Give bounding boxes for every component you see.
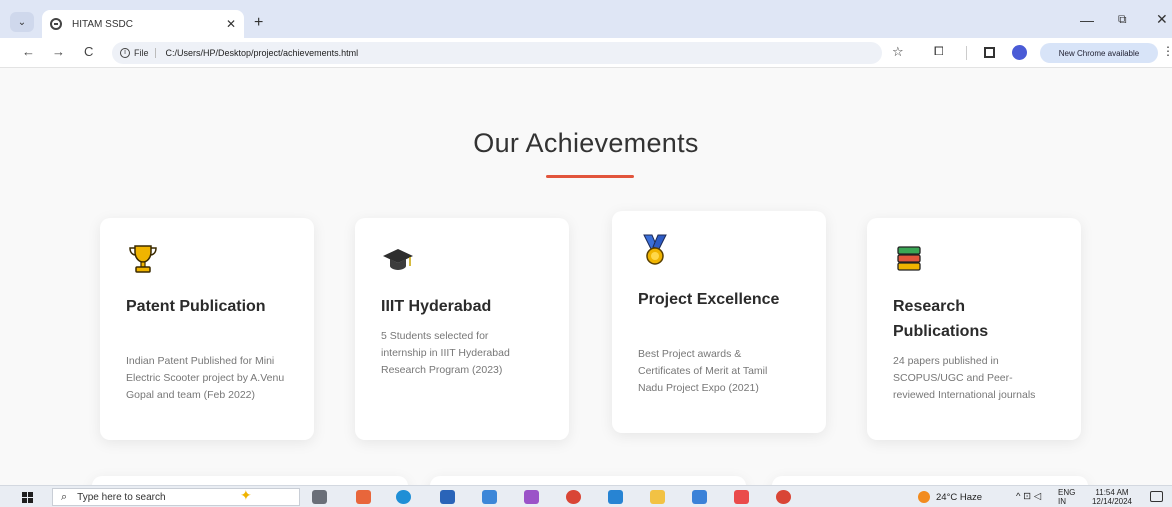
card-row-2-item: [92, 476, 408, 485]
file-explorer-icon[interactable]: [650, 490, 665, 504]
weather-text[interactable]: 24°C Haze: [936, 492, 982, 503]
profile-avatar[interactable]: [1012, 45, 1027, 60]
browser-toolbar: ← → C i File C:/Users/HP/Desktop/project…: [0, 38, 1172, 68]
card-description: Best Project awards & Certificates of Me…: [638, 348, 768, 394]
card-description: 5 Students selected for internship in II…: [381, 330, 510, 376]
page-content: Our Achievements Patent Publication Indi…: [0, 68, 1172, 485]
card-title: Project Excellence: [638, 291, 780, 308]
books-icon: [897, 246, 921, 271]
card-title: IIIT Hyderabad: [381, 298, 492, 315]
side-panel-icon[interactable]: [984, 47, 995, 58]
title-underline: [546, 175, 634, 178]
bookmark-star-icon[interactable]: ☆: [892, 44, 904, 60]
file-label: File: [134, 48, 149, 58]
achievement-card-patent: Patent Publication Indian Patent Publish…: [100, 218, 314, 440]
system-tray[interactable]: ^ ⊡ ◁: [1016, 491, 1041, 502]
tab-close-button[interactable]: ✕: [226, 17, 236, 31]
address-bar[interactable]: i File C:/Users/HP/Desktop/project/achie…: [112, 42, 882, 64]
info-icon: i: [120, 48, 130, 58]
weather-icon[interactable]: [918, 491, 930, 503]
page-title: Our Achievements: [473, 128, 699, 158]
tab-title: HITAM SSDC: [72, 18, 133, 30]
language-code: ENG: [1058, 488, 1076, 497]
card-title: Patent Publication: [126, 298, 266, 315]
photos-icon[interactable]: [524, 490, 539, 504]
taskbar-clock[interactable]: 11:54 AM 12/14/2024: [1088, 488, 1136, 506]
chrome-menu-button[interactable]: ⋮: [1162, 44, 1172, 58]
app-icon[interactable]: [734, 490, 749, 504]
windows-start-icon[interactable]: [22, 492, 33, 503]
forward-button[interactable]: →: [52, 44, 65, 59]
achievement-card-project: Project Excellence Best Project awards &…: [612, 211, 826, 433]
chrome-icon[interactable]: [566, 490, 581, 504]
search-placeholder: Type here to search: [77, 491, 166, 503]
minimize-button[interactable]: —: [1080, 12, 1094, 28]
tab-search-button[interactable]: ⌄: [10, 12, 34, 32]
card-row-2-item: [430, 476, 746, 485]
globe-icon: [50, 18, 62, 30]
browser-tab[interactable]: HITAM SSDC ✕: [42, 10, 244, 38]
taskbar-search-input[interactable]: ⌕ Type here to search: [52, 488, 300, 506]
edge-icon[interactable]: [396, 490, 411, 504]
card-description: Indian Patent Published for Mini Electri…: [126, 355, 285, 401]
clock-date: 12/14/2024: [1091, 497, 1133, 506]
extensions-icon[interactable]: ⧠: [934, 44, 944, 59]
windows-taskbar: ⌕ Type here to search ✦ 24°C Haze ^ ⊡ ◁ …: [0, 485, 1172, 507]
new-tab-button[interactable]: +: [254, 14, 263, 32]
url-text[interactable]: C:/Users/HP/Desktop/project/achievements…: [166, 48, 359, 58]
calculator-icon[interactable]: [482, 490, 497, 504]
medal-icon: [643, 234, 667, 265]
notifications-icon[interactable]: [1150, 491, 1163, 502]
store-icon[interactable]: [692, 490, 707, 504]
site-info-chip[interactable]: i File: [120, 48, 156, 58]
card-description: 24 papers published in SCOPUS/UGC and Pe…: [893, 355, 1036, 401]
copilot-sparkle-icon[interactable]: ✦: [240, 487, 252, 504]
achievement-card-iiit: IIIT Hyderabad 5 Students selected for i…: [355, 218, 569, 440]
graduation-cap-icon: [383, 249, 413, 270]
card-title: Research Publications: [893, 298, 989, 340]
browser-tab-strip: ⌄ HITAM SSDC ✕ + — ⧉ ✕: [0, 0, 1172, 38]
back-button[interactable]: ←: [22, 44, 35, 59]
vscode-icon[interactable]: [608, 490, 623, 504]
restore-button[interactable]: ⧉: [1118, 12, 1127, 27]
achievement-card-research: Research Publications 24 papers publishe…: [867, 218, 1081, 440]
firefox-icon[interactable]: [356, 490, 371, 504]
trophy-icon: [129, 245, 157, 273]
reload-button[interactable]: C: [84, 44, 93, 59]
window-close-button[interactable]: ✕: [1156, 11, 1168, 28]
language-region: IN: [1058, 497, 1066, 506]
chrome-active-icon[interactable]: [776, 490, 791, 504]
mail-icon[interactable]: [440, 490, 455, 504]
language-indicator[interactable]: ENG IN: [1058, 488, 1075, 506]
chrome-update-button[interactable]: New Chrome available: [1040, 43, 1158, 63]
search-icon: ⌕: [61, 490, 68, 503]
clock-time: 11:54 AM: [1095, 488, 1129, 497]
toolbar-divider: [966, 46, 967, 60]
task-view-icon[interactable]: [312, 490, 327, 504]
card-row-2-item: [772, 476, 1088, 485]
